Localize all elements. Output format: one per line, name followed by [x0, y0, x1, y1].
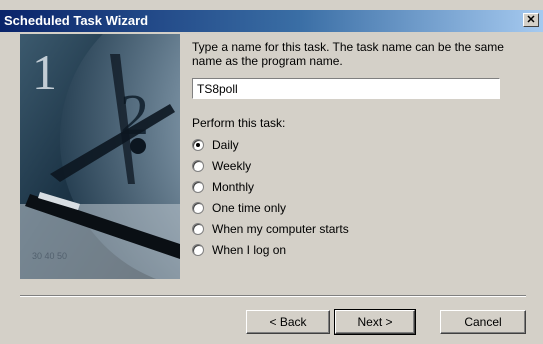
scheduled-task-wizard-window: Scheduled Task Wizard ✕ 2 1 30 40 50 Typ… [0, 0, 543, 344]
close-icon: ✕ [526, 14, 536, 26]
button-separator [20, 295, 526, 297]
radio-when-computer-starts[interactable]: When my computer starts [192, 220, 349, 238]
radio-when-i-log-on[interactable]: When I log on [192, 241, 286, 259]
title-bar[interactable]: Scheduled Task Wizard ✕ [0, 10, 543, 32]
task-name-input[interactable] [192, 78, 500, 99]
instruction-text: Type a name for this task. The task name… [192, 40, 504, 68]
radio-monthly[interactable]: Monthly [192, 178, 254, 196]
radio-button[interactable] [192, 160, 204, 172]
radio-label-monthly: Monthly [212, 180, 255, 194]
radio-label-daily: Daily [212, 138, 239, 152]
task-name-section: Type a name for this task. The task name… [192, 40, 532, 68]
cancel-button[interactable]: Cancel [440, 310, 526, 334]
radio-button[interactable] [192, 223, 204, 235]
radio-label-when-i-log-on: When I log on [212, 243, 287, 257]
radio-weekly[interactable]: Weekly [192, 157, 251, 175]
radio-label-one-time-only: One time only [212, 201, 287, 215]
next-button[interactable]: Next > [334, 309, 416, 335]
radio-daily[interactable]: Daily [192, 136, 239, 154]
radio-button[interactable] [192, 181, 204, 193]
radio-label-weekly: Weekly [212, 159, 252, 173]
radio-one-time-only[interactable]: One time only [192, 199, 286, 217]
perform-task-label: Perform this task: [192, 116, 286, 130]
window-title: Scheduled Task Wizard [4, 13, 149, 28]
svg-text:30 40 50: 30 40 50 [32, 251, 67, 261]
radio-button[interactable] [192, 244, 204, 256]
close-button[interactable]: ✕ [523, 13, 539, 27]
radio-button-checked[interactable] [192, 139, 204, 151]
radio-button[interactable] [192, 202, 204, 214]
wizard-clock-pen-illustration: 2 1 30 40 50 [20, 34, 180, 279]
radio-label-when-computer-starts: When my computer starts [212, 222, 349, 236]
back-button[interactable]: < Back [246, 310, 330, 334]
svg-text:1: 1 [32, 44, 57, 100]
